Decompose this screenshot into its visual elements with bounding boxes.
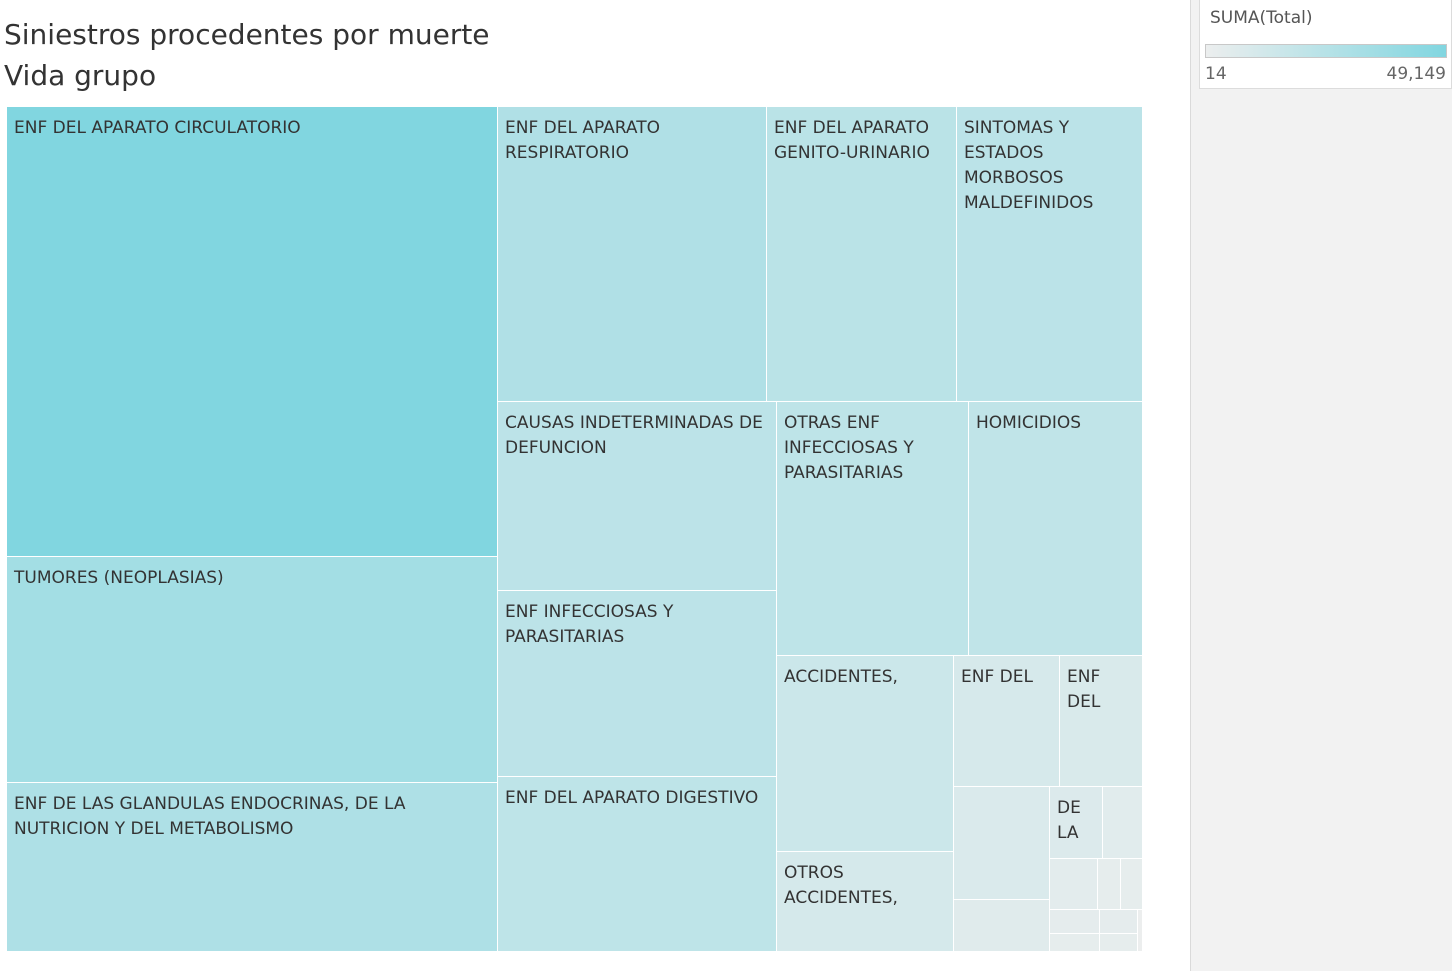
treemap-tile[interactable]	[1050, 910, 1100, 934]
chart-title: Siniestros procedentes por muerte Vida g…	[4, 14, 490, 96]
treemap-tile-label: CAUSAS INDETERMINADAS DE DEFUNCION	[505, 413, 763, 458]
treemap-tile[interactable]: DE LA	[1050, 787, 1103, 859]
treemap-tile[interactable]	[1103, 787, 1143, 859]
treemap-tile[interactable]	[1100, 934, 1138, 952]
side-panel	[1190, 0, 1452, 971]
treemap-tile-label: ENF DEL APARATO CIRCULATORIO	[14, 118, 301, 138]
treemap-tile-label: ENF DEL APARATO DIGESTIVO	[505, 788, 759, 808]
treemap-tile-label: OTROS ACCIDENTES,	[784, 863, 898, 908]
legend-color-ramp	[1205, 44, 1447, 58]
treemap-tile-label: ENF DEL	[961, 667, 1033, 687]
treemap-tile[interactable]: ENF DEL	[1060, 656, 1143, 787]
treemap-tile[interactable]	[1100, 910, 1138, 934]
treemap-tile[interactable]: ENF DEL APARATO CIRCULATORIO	[7, 107, 498, 557]
color-legend[interactable]: SUMA(Total) 14 49,149	[1199, 0, 1452, 89]
legend-title: SUMA(Total)	[1210, 8, 1313, 28]
treemap-tile[interactable]: ENF DEL APARATO DIGESTIVO	[498, 777, 777, 952]
treemap-tile-label: ACCIDENTES,	[784, 667, 898, 687]
treemap-tile[interactable]	[1121, 859, 1143, 910]
treemap-tile[interactable]	[1050, 859, 1098, 910]
treemap-tile[interactable]: ENF DE LAS GLANDULAS ENDOCRINAS, DE LA N…	[7, 783, 498, 952]
treemap-tile[interactable]	[954, 787, 1050, 900]
treemap-tile[interactable]: OTRAS ENF INFECCIOSAS Y PARASITARIAS	[777, 402, 969, 656]
chart-title-line2: Vida grupo	[4, 59, 157, 92]
treemap-tile[interactable]: ACCIDENTES,	[777, 656, 954, 852]
treemap-tile-label: TUMORES (NEOPLASIAS)	[14, 568, 224, 588]
treemap-tile-label: ENF DEL APARATO RESPIRATORIO	[505, 118, 660, 163]
treemap-tile-label: HOMICIDIOS	[976, 413, 1082, 433]
legend-max-label: 49,149	[1386, 64, 1446, 84]
treemap-tile-label: ENF DEL APARATO GENITO-URINARIO	[774, 118, 930, 163]
treemap-tile[interactable]: TUMORES (NEOPLASIAS)	[7, 557, 498, 783]
treemap-tile[interactable]: ENF DEL APARATO RESPIRATORIO	[498, 107, 767, 402]
treemap-tile-label: OTRAS ENF INFECCIOSAS Y PARASITARIAS	[784, 413, 914, 483]
treemap-tile[interactable]: CAUSAS INDETERMINADAS DE DEFUNCION	[498, 402, 777, 591]
treemap-tile-label: ENF DEL	[1067, 667, 1101, 712]
treemap-tile[interactable]: ENF INFECCIOSAS Y PARASITARIAS	[498, 591, 777, 777]
treemap-tile-label: SINTOMAS Y ESTADOS MORBOSOS MALDEFINIDOS	[964, 118, 1094, 213]
treemap-plot: ENF DEL APARATO CIRCULATORIO TUMORES (NEO…	[7, 107, 1143, 952]
treemap-tile[interactable]: HOMICIDIOS	[969, 402, 1143, 656]
treemap-tile[interactable]	[1098, 859, 1121, 910]
treemap-tile[interactable]: OTROS ACCIDENTES,	[777, 852, 954, 952]
treemap-tile[interactable]	[954, 900, 1050, 952]
treemap-tile[interactable]	[1138, 910, 1143, 952]
treemap-tile[interactable]: ENF DEL APARATO GENITO-URINARIO	[767, 107, 957, 402]
treemap-tile-label: ENF DE LAS GLANDULAS ENDOCRINAS, DE LA N…	[14, 794, 406, 839]
treemap-tile[interactable]	[1050, 934, 1100, 952]
treemap-tile[interactable]: ENF DEL	[954, 656, 1060, 787]
legend-min-label: 14	[1205, 64, 1227, 84]
treemap-tile-label: DE LA	[1057, 798, 1081, 843]
chart-title-line1: Siniestros procedentes por muerte	[4, 18, 490, 51]
treemap-tile-label: ENF INFECCIOSAS Y PARASITARIAS	[505, 602, 674, 647]
treemap-tile[interactable]: SINTOMAS Y ESTADOS MORBOSOS MALDEFINIDOS	[957, 107, 1143, 402]
